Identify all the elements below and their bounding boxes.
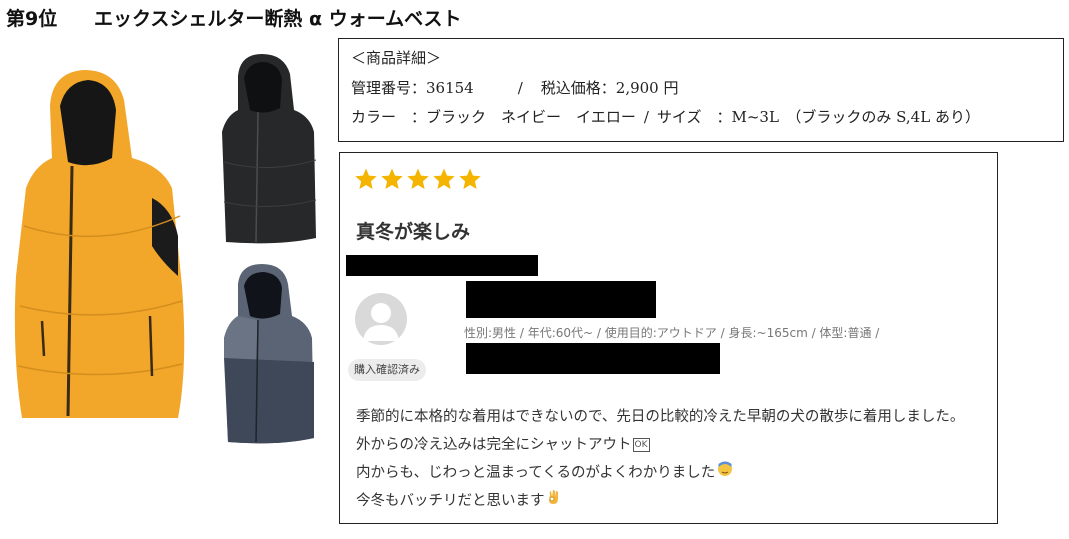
- product-image-black-vest: [218, 52, 318, 248]
- tax-included-price: 税込価格：2,900 円: [540, 79, 679, 97]
- ranking-heading: 第9位 エックスシェルター断熱 α ウォームベスト: [6, 4, 462, 34]
- color-options: カラー ：ブラック ネイビー イエロー: [351, 108, 636, 126]
- details-color-size-row: カラー ：ブラック ネイビー イエロー / サイズ ：M~3L （ブラックのみ S,…: [351, 107, 980, 127]
- product-image-navy-vest: [222, 262, 316, 448]
- ok-emoji-icon: OK: [632, 438, 650, 452]
- reviewer-profile: 性別:男性 / 年代:60代~ / 使用目的:アウトドア / 身長:~165cm…: [464, 326, 880, 340]
- review-line: 内からも、じわっと温まってくるのがよくわかりました: [356, 459, 964, 487]
- details-number-price-row: 管理番号：36154 / 税込価格：2,900 円: [351, 78, 679, 98]
- review-line: 外からの冷え込みは完全にシャットアウト OK: [356, 437, 650, 453]
- review-body: 季節的に本格的な着用はできないので、先日の比較的冷えた早朝の犬の散歩に着用しまし…: [356, 403, 964, 515]
- product-name: エックスシェルター断熱 α ウォームベスト: [94, 8, 462, 30]
- separator-slash: /: [517, 79, 523, 97]
- size-options: サイズ ：M~3L （ブラックのみ S,4L あり）: [656, 108, 980, 126]
- star-icon: [354, 167, 378, 191]
- redacted-reviewer-name: [466, 281, 656, 318]
- relieved-face-emoji-icon: [717, 459, 733, 487]
- review-line: 季節的に本格的な着用はできないので、先日の比較的冷えた早朝の犬の散歩に着用しまし…: [356, 409, 965, 425]
- product-details-box: ＜商品詳細＞ 管理番号：36154 / 税込価格：2,900 円 カラー ：ブラック…: [338, 38, 1064, 142]
- avatar: [355, 293, 407, 345]
- star-icon: [380, 167, 404, 191]
- redacted-block: [346, 255, 538, 276]
- star-icon: [432, 167, 456, 191]
- star-icon: [406, 167, 430, 191]
- product-image-yellow-vest: [12, 66, 190, 426]
- details-header: ＜商品詳細＞: [351, 49, 442, 67]
- redacted-block: [466, 343, 720, 374]
- review-line: 今冬もバッチリだと思います: [356, 487, 964, 515]
- star-rating: [354, 167, 482, 193]
- rank-label: 第9位: [6, 8, 58, 30]
- ok-hand-emoji-icon: [547, 487, 561, 515]
- purchase-verified-badge: 購入確認済み: [348, 359, 426, 381]
- review-card: 真冬が楽しみ 性別:男性 / 年代:60代~ / 使用目的:アウトドア / 身長…: [339, 152, 998, 524]
- separator-slash: /: [643, 108, 649, 126]
- management-number: 管理番号：36154: [351, 79, 474, 97]
- review-title: 真冬が楽しみ: [356, 221, 471, 243]
- star-icon: [458, 167, 482, 191]
